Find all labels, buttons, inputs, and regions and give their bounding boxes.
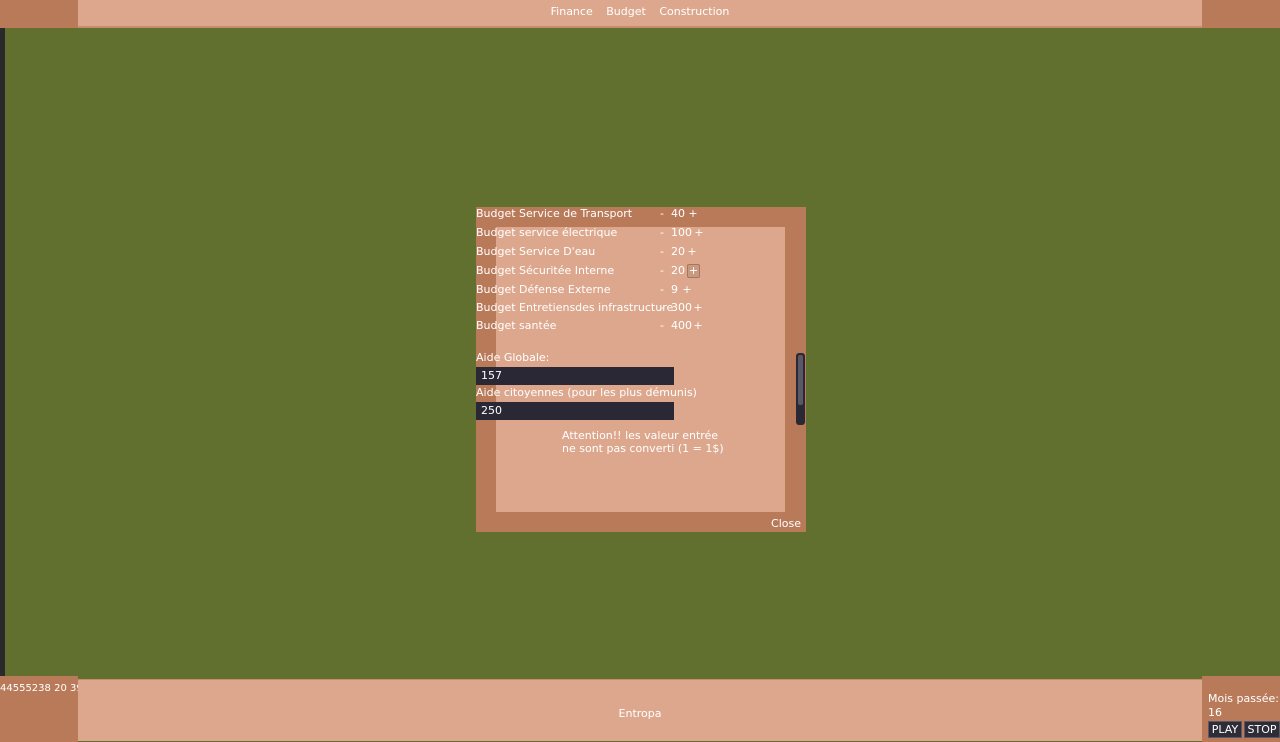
top-menu-panel: Finance Budget Construction xyxy=(78,0,1202,28)
increase-button[interactable]: + xyxy=(687,264,700,278)
top-right-corner xyxy=(1202,0,1280,28)
budget-row-defense: Budget Défense Externe - 9 + xyxy=(476,283,798,302)
decrease-button[interactable]: - xyxy=(658,283,666,296)
month-value: 16 xyxy=(1208,706,1222,719)
increase-button[interactable]: + xyxy=(687,245,697,258)
budget-row-label: Budget Service de Transport xyxy=(476,207,633,220)
menu-finance[interactable]: Finance xyxy=(551,5,593,18)
budget-row-water: Budget Service D'eau - 20 + xyxy=(476,245,798,264)
budget-dialog: Budget Service de Transport - 40 + Budge… xyxy=(476,207,806,532)
close-button[interactable]: Close xyxy=(771,517,801,530)
conversion-warning: Attention!! les valeur entrée ne sont pa… xyxy=(562,429,724,455)
budget-row-label: Budget service électrique xyxy=(476,226,618,239)
budget-row-label: Budget Sécuritée Interne xyxy=(476,264,615,277)
citizen-aid-label: Aide citoyennes (pour les plus démunis) xyxy=(476,386,697,399)
increase-button[interactable]: + xyxy=(682,283,692,296)
budget-row-value: 9 xyxy=(671,283,678,296)
bottom-left-corner: 44555238 20 39 xyxy=(0,676,83,742)
budget-row-value: 20 xyxy=(671,264,685,277)
decrease-button[interactable]: - xyxy=(658,264,666,277)
bottom-info-panel: Entropa xyxy=(78,679,1202,741)
decrease-button[interactable]: - xyxy=(658,226,666,239)
budget-row-infrastructure: Budget Entretiensdes infrastructure - 30… xyxy=(476,301,798,320)
budget-row-electric: Budget service électrique - 100 + xyxy=(476,226,798,245)
decrease-button[interactable]: - xyxy=(658,319,666,332)
budget-row-label: Budget Service D'eau xyxy=(476,245,596,258)
top-left-corner xyxy=(0,0,78,28)
map-left-edge xyxy=(0,28,5,676)
budget-row-transport: Budget Service de Transport - 40 + xyxy=(476,207,798,226)
budget-row-label: Budget Entretiensdes infrastructure xyxy=(476,301,674,314)
increase-button[interactable]: + xyxy=(688,207,698,220)
stop-button[interactable]: STOP xyxy=(1244,721,1280,738)
budget-row-label: Budget Défense Externe xyxy=(476,283,611,296)
budget-row-label: Budget santée xyxy=(476,319,557,332)
budget-row-value: 40 xyxy=(671,207,685,220)
citizen-aid-input[interactable]: 250 xyxy=(476,402,674,420)
city-name: Entropa xyxy=(618,707,662,720)
city-stats: 44555238 20 39 xyxy=(0,683,83,694)
increase-button[interactable]: + xyxy=(693,301,703,314)
menu-budget[interactable]: Budget xyxy=(606,5,646,18)
increase-button[interactable]: + xyxy=(694,226,704,239)
global-aid-input[interactable]: 157 xyxy=(476,367,674,385)
decrease-button[interactable]: - xyxy=(658,245,666,258)
top-bar: Finance Budget Construction xyxy=(0,0,1280,28)
budget-row-security: Budget Sécuritée Interne - 20 + xyxy=(476,264,798,283)
play-button[interactable]: PLAY xyxy=(1208,721,1242,738)
decrease-button[interactable]: - xyxy=(658,207,666,220)
budget-row-health: Budget santée - 400 + xyxy=(476,319,798,338)
decrease-button[interactable]: - xyxy=(658,301,666,314)
scrollbar-thumb[interactable] xyxy=(798,355,803,405)
budget-row-value: 100 xyxy=(671,226,692,239)
budget-row-value: 20 xyxy=(671,245,685,258)
main-menu: Finance Budget Construction xyxy=(78,5,1202,18)
budget-scroll-area[interactable]: Budget Service de Transport - 40 + Budge… xyxy=(476,207,798,426)
global-aid-label: Aide Globale: xyxy=(476,351,550,364)
bottom-bar: 44555238 20 39 Entropa Mois passée: 16 P… xyxy=(0,676,1280,742)
month-label: Mois passée: xyxy=(1208,692,1279,705)
increase-button[interactable]: + xyxy=(693,319,703,332)
budget-row-value: 400 xyxy=(671,319,692,332)
budget-row-value: 300 xyxy=(671,301,692,314)
menu-construction[interactable]: Construction xyxy=(659,5,729,18)
